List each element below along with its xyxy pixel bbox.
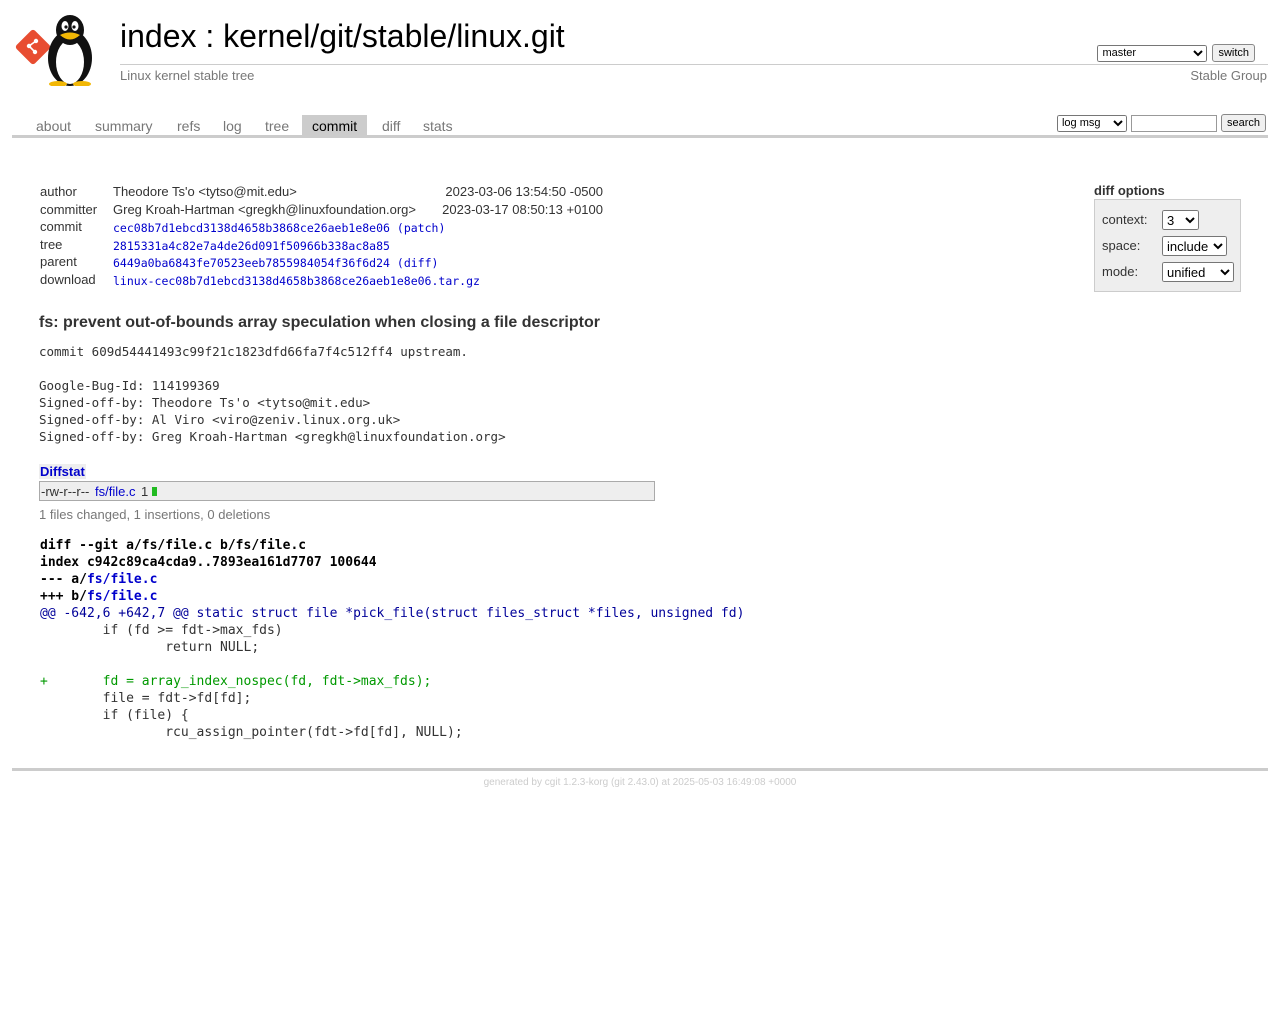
diff-hunk-header: @@ -642,6 +642,7 @@ static struct file *… xyxy=(40,606,745,621)
footer-generated-by: generated by xyxy=(483,777,542,788)
author-value: Theodore Ts'o <tytso@mit.edu> xyxy=(113,184,297,199)
search-mode-select[interactable]: log msg xyxy=(1056,114,1127,132)
diff-added-line: + fd = array_index_nospec(fd, fdt->max_f… xyxy=(40,674,432,689)
repo-link[interactable]: kernel/git/stable/linux.git xyxy=(223,18,565,54)
committer-value: Greg Kroah-Hartman <gregkh@linuxfoundati… xyxy=(113,201,416,217)
author-label: author xyxy=(40,184,77,199)
author-date: 2023-03-06 13:54:50 -0500 xyxy=(445,184,603,199)
diff-context-line: if (fd >= fdt->max_fds) xyxy=(40,623,283,638)
repo-description: Linux kernel stable tree xyxy=(120,68,255,83)
diffstat-insertion-bar xyxy=(152,487,157,496)
diff-context-line: if (file) { xyxy=(40,708,189,723)
cgit-tux-logo[interactable] xyxy=(14,10,110,86)
space-select[interactable]: include xyxy=(1162,236,1227,256)
footer-timestamp: at 2025-05-03 16:49:08 +0000 xyxy=(661,777,797,788)
diff-context-line: rcu_assign_pointer(fdt->fd[fd], NULL); xyxy=(40,725,463,740)
header-divider xyxy=(120,64,1268,65)
search-input[interactable] xyxy=(1130,114,1217,132)
diffstat-count: 1 xyxy=(141,484,149,499)
patch-link[interactable]: patch xyxy=(404,221,439,235)
parent-diff-link[interactable]: diff xyxy=(404,256,432,270)
diff-plus-line: +++ b/fs/file.c xyxy=(40,588,744,605)
branch-select[interactable]: master xyxy=(1097,44,1208,62)
git-diamond-icon xyxy=(15,29,51,65)
footer-git-version: (git 2.43.0) xyxy=(610,777,659,788)
commit-subject: fs: prevent out-of-bounds array speculat… xyxy=(39,314,600,331)
footer-cgit-link[interactable]: cgit 1.2.3-korg xyxy=(545,777,608,788)
parent-sha-link[interactable]: 6449a0ba6843fe70523eeb7855984054f36f6d24 xyxy=(113,256,390,270)
tab-tree[interactable]: tree xyxy=(255,115,299,135)
commit-message: commit 609d54441493c99f21c1823dfd66fa7f4… xyxy=(39,344,506,444)
diff-open-paren: ( xyxy=(396,256,404,271)
patch-open-paren: ( xyxy=(396,221,404,236)
diffstat-link[interactable]: Diffstat xyxy=(39,464,86,479)
tab-refs[interactable]: refs xyxy=(167,115,210,135)
diffstat-table: -rw-r--r-- fs/file.c 1 xyxy=(39,481,655,501)
context-select[interactable]: 3 xyxy=(1162,210,1199,230)
diff-minus-line: --- a/fs/file.c xyxy=(40,571,744,588)
diff-options-panel: diff options context: 3 space: include m… xyxy=(1094,183,1241,292)
minus-prefix: --- a/ xyxy=(40,572,87,587)
parent-sha: 6449a0ba6843fe70523eeb7855984054f36f6d24… xyxy=(113,256,438,270)
tree-sha-link[interactable]: 2815331a4c82e7a4de26d091f50966b338ac8a85 xyxy=(113,239,390,253)
branch-switch-form: master switch xyxy=(1097,44,1255,62)
tab-commit[interactable]: commit xyxy=(302,115,368,135)
plus-prefix: +++ b/ xyxy=(40,589,87,604)
diff-view: diff --git a/fs/file.c b/fs/file.c index… xyxy=(40,537,744,741)
tab-about[interactable]: about xyxy=(26,115,81,135)
tab-log[interactable]: log xyxy=(213,115,252,135)
diffstat-file-mode: -rw-r--r-- xyxy=(41,484,90,499)
commit-sha-link[interactable]: cec08b7d1ebcd3138d4658b3868ce26aeb1e8e06 xyxy=(113,221,390,235)
tree-label: tree xyxy=(40,236,63,252)
space-label: space: xyxy=(1102,238,1141,253)
title-separator: : xyxy=(205,18,215,54)
committer-label: committer xyxy=(40,201,98,217)
mode-label: mode: xyxy=(1102,264,1139,279)
diff-header-line: diff --git a/fs/file.c b/fs/file.c xyxy=(40,538,307,553)
index-link[interactable]: index xyxy=(120,18,197,54)
diff-options-title: diff options xyxy=(1094,183,1165,198)
footer-divider xyxy=(12,768,1268,771)
download-value: linux-cec08b7d1ebcd3138d4658b3868ce26aeb… xyxy=(113,274,480,288)
diff-context-line: file = fdt->fd[fd]; xyxy=(40,691,252,706)
parent-label: parent xyxy=(40,254,77,270)
diffstat-summary: 1 files changed, 1 insertions, 0 deletio… xyxy=(39,507,271,522)
tux-penguin-icon xyxy=(48,15,92,86)
repo-owner: Stable Group xyxy=(1190,68,1267,83)
committer-date: 2023-03-17 08:50:13 +0100 xyxy=(442,201,603,217)
diff-options-box: context: 3 space: include mode: unified xyxy=(1094,199,1241,292)
diff-context-line: return NULL; xyxy=(40,640,260,655)
footer: generated by cgit 1.2.3-korg (git 2.43.0… xyxy=(0,777,1280,788)
tab-summary[interactable]: summary xyxy=(85,115,163,135)
switch-button[interactable]: switch xyxy=(1212,44,1255,62)
plus-file-link[interactable]: fs/file.c xyxy=(87,589,157,604)
tab-diff[interactable]: diff xyxy=(372,115,410,135)
tab-stats[interactable]: stats xyxy=(413,115,463,135)
commit-sha: cec08b7d1ebcd3138d4658b3868ce26aeb1e8e06… xyxy=(113,221,445,235)
diff-close-paren: ) xyxy=(431,256,439,271)
download-link[interactable]: linux-cec08b7d1ebcd3138d4658b3868ce26aeb… xyxy=(113,274,480,288)
tree-sha: 2815331a4c82e7a4de26d091f50966b338ac8a85 xyxy=(113,239,390,253)
mode-select[interactable]: unified xyxy=(1162,262,1234,282)
commit-label: commit xyxy=(40,219,82,235)
diff-index-line: index c942c89ca4cda9..7893ea161d7707 100… xyxy=(40,555,377,570)
page-title: index : kernel/git/stable/linux.git xyxy=(120,18,565,55)
context-label: context: xyxy=(1102,212,1148,227)
diffstat-file-link[interactable]: fs/file.c xyxy=(95,484,135,499)
search-form: log msg search xyxy=(1056,114,1266,132)
download-label: download xyxy=(40,271,96,287)
patch-close-paren: ) xyxy=(438,221,446,236)
search-button[interactable]: search xyxy=(1220,114,1266,132)
diff-context-line xyxy=(40,656,744,673)
minus-file-link[interactable]: fs/file.c xyxy=(87,572,157,587)
